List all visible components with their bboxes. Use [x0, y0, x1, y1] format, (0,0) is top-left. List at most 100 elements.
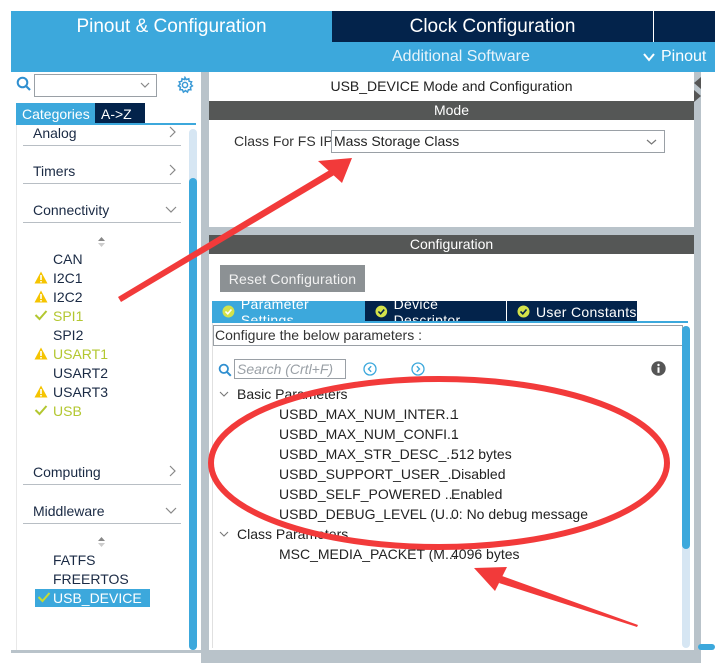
peripheral-i2c1[interactable]: I2C1	[34, 269, 83, 287]
category-middleware[interactable]: Middleware	[23, 500, 181, 524]
previous-match-icon[interactable]	[363, 362, 377, 376]
tab-device-descriptor[interactable]: Device Descriptor	[365, 296, 507, 328]
group-class-parameters[interactable]: Class Parameters	[219, 526, 348, 542]
chevron-down-icon	[219, 391, 229, 397]
category-analog[interactable]: Analog	[23, 125, 181, 146]
category-label: Connectivity	[33, 202, 110, 218]
warning-icon	[34, 290, 48, 303]
chevron-right-icon	[169, 465, 176, 477]
param-name: USBD_SUPPORT_USER_...	[279, 466, 460, 482]
param-value: 512 bytes	[451, 446, 512, 462]
collapse-left-icon[interactable]	[694, 77, 701, 89]
tab-a-z[interactable]: A->Z	[95, 103, 145, 124]
configuration-panel: Configuration Reset Configuration Parame…	[209, 235, 694, 650]
item-label: USART3	[53, 384, 108, 400]
tab-parameter-settings[interactable]: Parameter Settings	[212, 296, 365, 328]
category-search-combo[interactable]	[34, 74, 157, 97]
peripheral-usart1[interactable]: USART1	[34, 345, 108, 363]
category-scrollbar-thumb[interactable]	[189, 178, 197, 650]
item-label: I2C1	[53, 270, 83, 286]
parameter-search-input[interactable]: Search (Crtl+F)	[234, 359, 346, 379]
additional-software-link[interactable]: Additional Software	[392, 48, 530, 66]
chevron-down-icon	[140, 82, 150, 88]
item-label: CAN	[53, 251, 83, 267]
item-label: SPI2	[53, 327, 84, 343]
parameter-settings-content: Configure the below parameters : Search …	[212, 323, 688, 648]
sub-toolbar: Additional Software Pinout	[11, 42, 715, 72]
param-value: 1	[451, 406, 459, 422]
param-name: USBD_MAX_NUM_CONFI...	[279, 426, 459, 442]
param-value: 4096 bytes	[451, 546, 520, 562]
stm32cubemx-window: Pinout & Configuration Clock Configurati…	[0, 0, 715, 663]
warning-icon	[34, 347, 48, 360]
middleware-fatfs[interactable]: FATFS	[53, 551, 96, 569]
horizontal-scrollbar-thumb[interactable]	[698, 644, 715, 650]
chevron-right-icon	[169, 126, 176, 138]
pinout-menu-label: Pinout	[661, 48, 707, 65]
search-icon	[218, 363, 232, 377]
gear-icon[interactable]	[176, 76, 194, 94]
param-value: 1	[451, 426, 459, 442]
check-circle-icon	[222, 305, 235, 318]
configuration-header: Configuration	[209, 235, 694, 254]
param-name: USBD_DEBUG_LEVEL (U...	[279, 506, 457, 522]
category-label: Analog	[33, 125, 77, 141]
sort-icon[interactable]	[97, 236, 106, 248]
category-tabs: Categories A->Z	[16, 103, 145, 124]
peripheral-spi1[interactable]: SPI1	[34, 307, 84, 325]
item-label: FATFS	[53, 552, 96, 568]
class-for-fs-ip-label: Class For FS IP	[234, 133, 333, 149]
collapse-bar	[694, 72, 701, 663]
middleware-freertos[interactable]: FREERTOS	[53, 570, 129, 588]
sort-icon[interactable]	[97, 536, 106, 548]
pinout-menu[interactable]: Pinout	[643, 48, 706, 66]
left-gutter	[0, 72, 11, 663]
peripheral-spi2[interactable]: SPI2	[53, 326, 83, 344]
tab-project-manager-partial[interactable]	[654, 11, 715, 42]
category-label: Computing	[33, 464, 101, 480]
tab-pinout-configuration[interactable]: Pinout & Configuration	[11, 11, 332, 42]
peripheral-can[interactable]: CAN	[53, 250, 83, 268]
category-tree: Analog Timers Connectivity CAN I2C1 I2C2…	[16, 125, 190, 653]
mode-header: Mode	[209, 101, 694, 120]
check-icon	[37, 592, 51, 603]
chevron-right-icon	[169, 164, 176, 176]
panel-splitter[interactable]	[201, 72, 208, 663]
tab-label: User Constants	[536, 303, 637, 320]
class-for-fs-ip-select[interactable]: Mass Storage Class	[331, 130, 665, 153]
item-label: USART2	[53, 365, 108, 381]
peripheral-i2c2[interactable]: I2C2	[34, 288, 83, 306]
peripheral-usart2[interactable]: USART2	[53, 364, 108, 382]
chevron-down-icon	[646, 139, 657, 145]
item-label: USB	[53, 403, 82, 419]
chevron-down-icon	[165, 507, 177, 514]
check-circle-icon	[375, 305, 388, 318]
param-value: 0: No debug message	[451, 506, 588, 522]
next-match-icon[interactable]	[411, 362, 425, 376]
expand-right-icon[interactable]	[694, 90, 701, 102]
item-label: USART1	[53, 346, 108, 362]
tab-categories[interactable]: Categories	[16, 103, 95, 124]
chevron-down-icon	[219, 531, 229, 537]
info-icon[interactable]	[651, 361, 666, 376]
peripheral-usb[interactable]: USB	[34, 402, 82, 420]
tab-clock-configuration[interactable]: Clock Configuration	[332, 11, 654, 42]
peripheral-usart3[interactable]: USART3	[34, 383, 108, 401]
main-tabs: Pinout & Configuration Clock Configurati…	[11, 11, 715, 42]
param-name: MSC_MEDIA_PACKET (M...	[279, 546, 457, 562]
parameters-scrollbar-thumb[interactable]	[682, 326, 690, 549]
item-label: I2C2	[53, 289, 83, 305]
category-computing[interactable]: Computing	[23, 461, 181, 485]
warning-icon	[34, 271, 48, 284]
group-basic-parameters[interactable]: Basic Parameters	[219, 386, 347, 402]
panel-title: USB_DEVICE Mode and Configuration	[330, 78, 573, 94]
category-label: Middleware	[33, 503, 105, 519]
item-label: SPI1	[53, 308, 84, 324]
reset-configuration-button[interactable]: Reset Configuration	[220, 265, 365, 292]
category-connectivity[interactable]: Connectivity	[23, 199, 181, 223]
config-tabs: Parameter Settings Device Descriptor Use…	[212, 296, 637, 328]
category-timers[interactable]: Timers	[23, 160, 181, 184]
middleware-usb-device[interactable]: USB_DEVICE	[35, 589, 150, 607]
tab-user-constants[interactable]: User Constants	[507, 301, 637, 322]
search-icon	[16, 76, 31, 91]
